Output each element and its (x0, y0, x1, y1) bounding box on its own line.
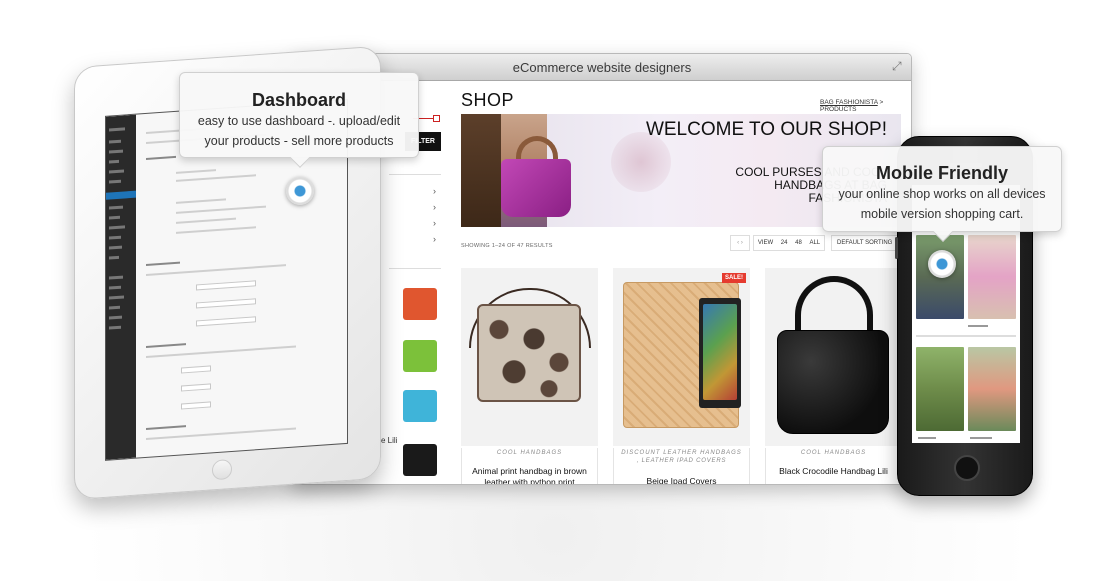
view-option-24[interactable]: 24 (781, 236, 788, 250)
banner-model-hair (461, 114, 501, 227)
sidebar-product-thumb[interactable] (403, 390, 437, 422)
tooltip-line: mobile version shopping cart. (860, 207, 1024, 221)
tooltip-title: Mobile Friendly (875, 163, 1008, 183)
product-name[interactable]: Animal print handbag in brown leather wi… (461, 466, 598, 484)
tooltip-line: easy to use dashboard -. upload/edit (197, 114, 401, 128)
crocodile-bag (777, 330, 889, 434)
product-image[interactable]: SALE! (613, 268, 750, 446)
product-image[interactable] (765, 268, 902, 446)
chevron-right-icon[interactable]: › (433, 186, 436, 196)
phone-home-button[interactable] (954, 455, 980, 481)
admin-sidebar (106, 114, 136, 460)
mobile-hotspot[interactable] (928, 250, 956, 278)
price-slider-handle[interactable] (433, 115, 440, 122)
sort-select[interactable]: DEFAULT SORTING ⌄ (831, 235, 901, 251)
view-option-all[interactable]: ALL (809, 236, 820, 250)
chevron-right-icon[interactable]: › (433, 234, 436, 244)
ipad-app-icons (703, 304, 737, 400)
sidebar-divider (389, 268, 441, 269)
product-category[interactable]: DISCOUNT LEATHER HANDBAGS (613, 450, 750, 456)
results-count: SHOWING 1–24 OF 47 RESULTS (461, 243, 553, 249)
banner-heading: WELCOME TO OUR SHOP! (645, 119, 887, 140)
sidebar-product-name[interactable]: e Lili (381, 436, 397, 445)
sidebar-product-thumb[interactable] (403, 288, 437, 320)
mobile-product-image[interactable] (968, 347, 1016, 431)
product-name[interactable]: Black Crocodile Handbag Lili (765, 466, 902, 477)
mobile-product-image[interactable] (968, 235, 1016, 319)
product-category[interactable]: COOL HANDBAGS (765, 450, 902, 456)
product-category[interactable]: COOL HANDBAGS (461, 450, 598, 456)
hero-composition: eCommerce website designers ⤢ FILTER › ›… (0, 0, 1113, 581)
sidebar-divider (389, 174, 441, 175)
tooltip-line: your online shop works on all devices (838, 187, 1046, 201)
dashboard-tooltip: Dashboard easy to use dashboard -. uploa… (179, 72, 419, 168)
pagination-arrows[interactable]: ‹ › (730, 235, 750, 251)
view-label: VIEW (757, 240, 774, 246)
chevron-right-icon[interactable]: › (433, 218, 436, 228)
chevron-right-icon[interactable]: › (433, 202, 436, 212)
fullscreen-icon[interactable]: ⤢ (892, 60, 905, 73)
view-option-48[interactable]: 48 (795, 236, 802, 250)
dashboard-hotspot[interactable] (286, 177, 314, 205)
python-print-bag (477, 304, 581, 402)
mobile-friendly-tooltip: Mobile Friendly your online shop works o… (822, 146, 1062, 242)
admin-sidebar-active (106, 190, 136, 200)
tooltip-title: Dashboard (251, 90, 347, 110)
banner-bag-image (501, 159, 571, 217)
product-image[interactable] (461, 268, 598, 446)
sale-badge: SALE! (722, 273, 746, 283)
page-title: SHOP (461, 90, 515, 110)
mobile-product-image[interactable] (916, 347, 964, 431)
product-category-secondary[interactable]: , LEATHER IPAD COVERS (613, 458, 750, 464)
tablet-home-button[interactable] (212, 458, 232, 481)
breadcrumb: BAG FASHIONISTA > PRODUCTS (820, 99, 911, 113)
product-name[interactable]: Beige Ipad Covers (613, 476, 750, 484)
view-per-page: VIEW 24 48 ALL (753, 235, 825, 251)
sidebar-product-thumb[interactable] (403, 444, 437, 476)
phone-volume-button (895, 237, 898, 259)
sidebar-product-thumb[interactable] (403, 340, 437, 372)
banner-decoration (611, 132, 671, 192)
breadcrumb-home-link[interactable]: BAG FASHIONISTA (820, 99, 878, 106)
